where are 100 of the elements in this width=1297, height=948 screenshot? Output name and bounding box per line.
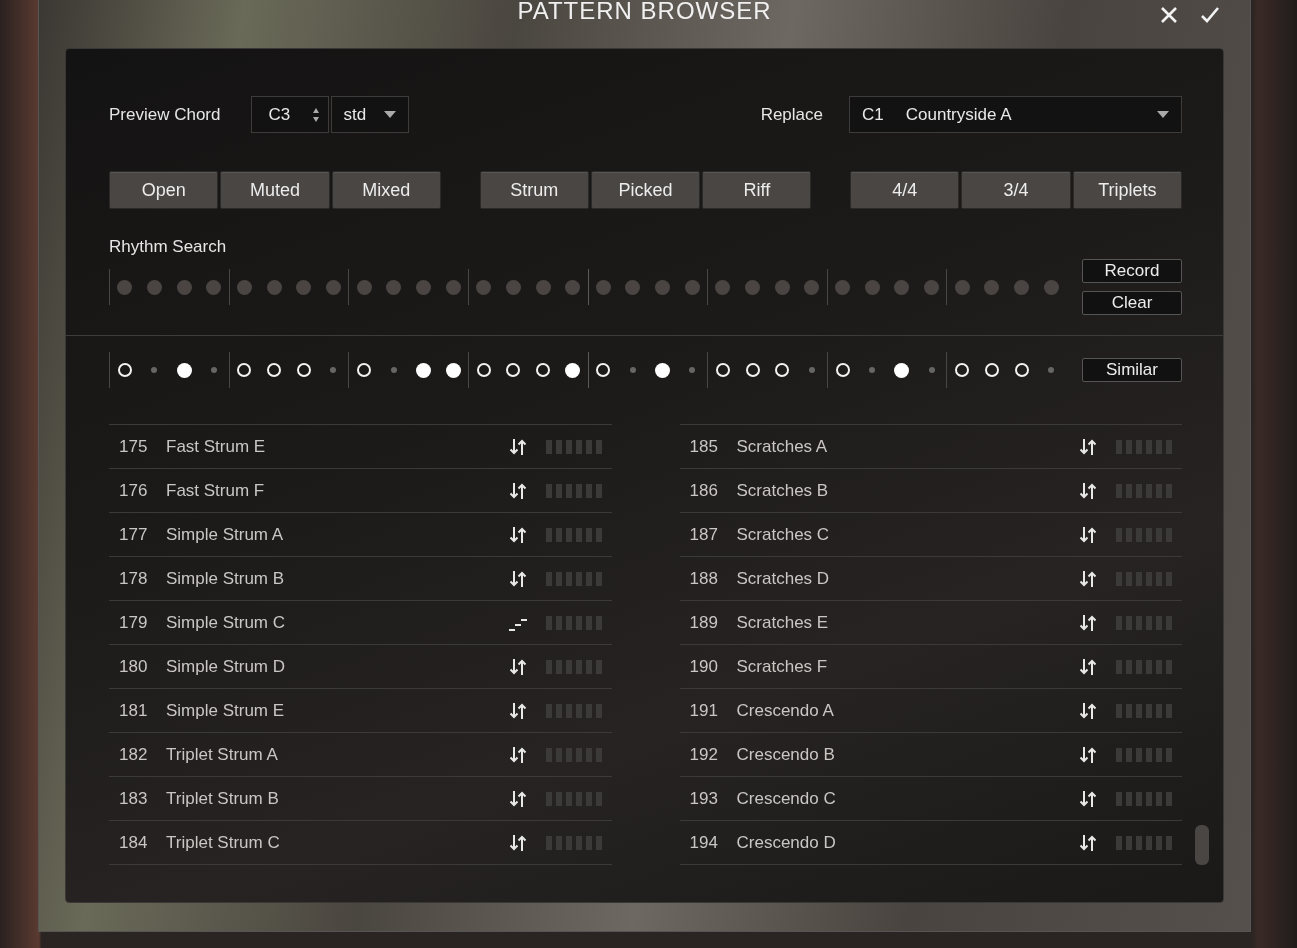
rhythm-step-dot[interactable] [535, 279, 551, 295]
filter-button[interactable]: Strum [479, 171, 589, 209]
voicing-dropdown[interactable]: std [330, 96, 409, 133]
up-down-arrows-icon [1078, 436, 1098, 457]
level-meter-icon [1116, 747, 1172, 762]
filter-button[interactable]: Muted [220, 171, 330, 209]
pattern-row[interactable]: 183 Triplet Strum B [109, 777, 612, 821]
checkmark-icon[interactable] [1200, 6, 1220, 24]
filter-button[interactable]: Triplets [1072, 171, 1182, 209]
rhythm-step-dot[interactable] [236, 279, 252, 295]
rhythm-step-dot[interactable] [684, 279, 700, 295]
step-hit-dot [655, 362, 671, 378]
pattern-row[interactable]: 190 Scratches F [679, 645, 1182, 689]
level-meter-icon [1116, 439, 1172, 454]
pattern-row[interactable]: 177 Simple Strum A [109, 513, 612, 557]
up-down-arrows-icon [507, 744, 528, 765]
rhythm-step-dot[interactable] [325, 279, 341, 295]
step-ring [715, 363, 730, 377]
rhythm-step-dot[interactable] [715, 279, 731, 295]
rhythm-step-dot[interactable] [415, 279, 431, 295]
pattern-name: Triplet Strum C [166, 832, 281, 853]
rhythm-step-dot[interactable] [625, 279, 641, 295]
rhythm-search-button[interactable]: Record [1082, 259, 1182, 283]
step-ring [267, 363, 282, 377]
pattern-row[interactable]: 194 Crescendo D [679, 821, 1182, 865]
rhythm-step-dot[interactable] [745, 279, 761, 295]
up-down-arrows-icon [507, 436, 528, 457]
rhythm-step-dot[interactable] [147, 279, 162, 295]
pattern-row[interactable]: 176 Fast Strum F [109, 469, 612, 513]
pattern-name: Simple Strum B [166, 568, 286, 589]
up-down-arrows-icon [1078, 788, 1098, 809]
rhythm-step-dot[interactable] [595, 279, 611, 295]
level-meter-icon [1116, 571, 1172, 586]
pattern-row[interactable]: 186 Scratches B [679, 469, 1182, 513]
caret-icon [383, 110, 396, 119]
rhythm-step-dot[interactable] [804, 279, 820, 295]
window-title: PATTERN BROWSER [517, 0, 772, 25]
pattern-row[interactable]: 193 Crescendo C [679, 777, 1182, 821]
pattern-row[interactable]: 175 Fast Strum E [109, 425, 612, 469]
scrollbar-thumb[interactable] [1195, 825, 1209, 865]
pattern-row[interactable]: 179 Simple Strum C [109, 601, 612, 645]
pattern-number: 181 [119, 700, 149, 721]
rhythm-step-dot[interactable] [296, 279, 312, 295]
rhythm-step-dot[interactable] [505, 279, 521, 295]
rhythm-step-dot[interactable] [894, 279, 910, 295]
filter-button[interactable]: Riff [702, 171, 812, 209]
pattern-row[interactable]: 192 Crescendo B [679, 733, 1182, 777]
step-ring [506, 363, 521, 377]
level-meter-icon [1116, 483, 1172, 498]
pattern-row[interactable]: 191 Crescendo A [679, 689, 1182, 733]
pattern-row[interactable]: 184 Triplet Strum C [109, 821, 612, 865]
rhythm-step-dot[interactable] [117, 279, 133, 295]
pattern-name: Crescendo A [736, 700, 835, 721]
filter-button[interactable]: 3/4 [961, 171, 1071, 209]
pattern-name: Scratches A [736, 436, 829, 457]
rhythm-step-dot[interactable] [1043, 279, 1059, 295]
rhythm-step-dot[interactable] [1014, 279, 1029, 295]
filter-button[interactable]: Open [109, 171, 219, 209]
level-meter-icon [1116, 835, 1172, 850]
rhythm-step-dot[interactable] [984, 279, 1000, 295]
level-meter-icon [1116, 615, 1172, 630]
up-down-arrows-icon [507, 656, 528, 677]
rhythm-step-dot[interactable] [476, 279, 492, 295]
up-down-arrows-icon [507, 700, 528, 721]
filter-button[interactable]: Picked [590, 171, 701, 209]
replace-dropdown[interactable]: C1 Countryside A [849, 96, 1182, 133]
rhythm-step-dot[interactable] [266, 279, 282, 295]
rhythm-step-dot[interactable] [924, 279, 940, 295]
rhythm-search-button[interactable]: Clear [1082, 291, 1182, 315]
step-ring [296, 363, 311, 377]
pattern-row[interactable]: 182 Triplet Strum A [109, 733, 612, 777]
pattern-row[interactable]: 187 Scratches C [679, 513, 1182, 557]
note-spinner[interactable]: C3 [250, 96, 329, 133]
pattern-name: Simple Strum E [166, 700, 286, 721]
filter-button[interactable]: Mixed [331, 171, 441, 209]
pattern-row[interactable]: 180 Simple Strum D [109, 645, 612, 689]
rhythm-step-dot[interactable] [206, 279, 222, 295]
pattern-row[interactable]: 178 Simple Strum B [109, 557, 612, 601]
rhythm-step-dot[interactable] [864, 279, 880, 295]
rhythm-step-dot[interactable] [835, 279, 851, 295]
rhythm-step-dot[interactable] [565, 279, 581, 295]
pattern-row[interactable]: 185 Scratches A [679, 425, 1182, 469]
pattern-number: 193 [689, 788, 719, 809]
pattern-row[interactable]: 189 Scratches E [679, 601, 1182, 645]
close-icon[interactable] [1160, 6, 1178, 24]
pattern-number: 192 [689, 744, 719, 765]
pattern-row[interactable]: 188 Scratches D [679, 557, 1182, 601]
filter-button[interactable]: 4/4 [850, 171, 960, 209]
rhythm-step-dot[interactable] [176, 279, 192, 295]
rhythm-step-dot[interactable] [445, 279, 461, 295]
rhythm-step-dot[interactable] [954, 279, 970, 295]
pattern-name: Scratches F [736, 656, 829, 677]
rhythm-step-dot[interactable] [356, 279, 372, 295]
rhythm-step-dot[interactable] [655, 279, 671, 295]
rhythm-step-dot[interactable] [386, 279, 402, 295]
similar-button[interactable]: Similar [1082, 358, 1182, 382]
pattern-number: 190 [689, 656, 719, 677]
rhythm-step-dot[interactable] [774, 279, 790, 295]
pattern-row[interactable]: 181 Simple Strum E [109, 689, 612, 733]
step-rest-dot [1048, 367, 1055, 373]
